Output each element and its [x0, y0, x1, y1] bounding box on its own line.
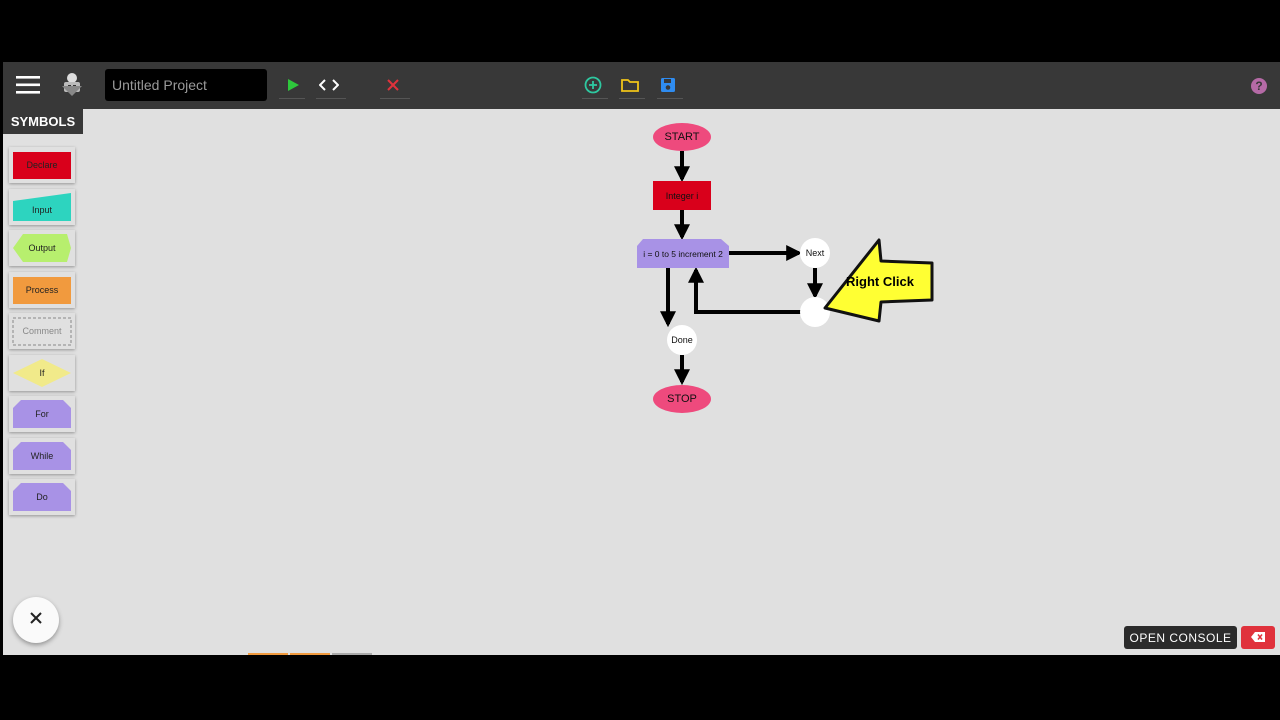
code-brackets-icon[interactable] [318, 75, 340, 95]
for-loop-label: i = 0 to 5 increment 2 [643, 248, 723, 259]
symbol-input[interactable]: Input [9, 189, 75, 225]
right-click-callout-label: Right Click [846, 273, 914, 289]
symbol-declare[interactable]: Declare [9, 147, 75, 183]
symbol-do-label: Do [36, 492, 48, 502]
symbol-while-label: While [30, 451, 54, 461]
declare-label: Integer i [665, 190, 699, 201]
robot-logo-icon [59, 71, 85, 99]
question-circle-icon[interactable]: ? [1248, 75, 1270, 97]
symbol-for-label: For [35, 409, 49, 419]
floppy-disk-icon[interactable] [657, 74, 679, 96]
svg-text:?: ? [1255, 79, 1262, 93]
top-toolbar: ? [3, 62, 1280, 109]
symbol-if[interactable]: If [9, 355, 75, 391]
start-label: START [664, 131, 700, 143]
backspace-x-icon [1251, 629, 1265, 647]
flowchart-canvas[interactable] [3, 62, 1280, 655]
loop-end-node[interactable] [800, 297, 830, 327]
symbol-if-label: If [39, 368, 45, 378]
folder-icon[interactable] [619, 74, 641, 96]
symbol-comment[interactable]: Comment [9, 313, 75, 349]
open-console-button[interactable]: OPEN CONSOLE [1124, 626, 1237, 649]
close-fab-button[interactable] [13, 597, 59, 643]
done-label: Done [671, 335, 693, 345]
clear-console-button[interactable] [1241, 626, 1275, 649]
symbol-output-label: Output [28, 243, 56, 253]
symbol-do[interactable]: Do [9, 479, 75, 515]
symbol-output[interactable]: Output [9, 230, 75, 266]
symbol-comment-label: Comment [22, 326, 62, 336]
symbol-for[interactable]: For [9, 396, 75, 432]
app-window: START Integer i i = 0 to 5 increment 2 N… [3, 62, 1280, 655]
close-x-icon[interactable] [383, 75, 403, 95]
bottom-edge-strip [248, 653, 372, 655]
project-name-input[interactable] [105, 69, 267, 101]
close-icon [29, 611, 43, 630]
symbol-input-label: Input [31, 205, 53, 215]
symbols-header: SYMBOLS [3, 109, 83, 134]
arrow-loop-back [688, 266, 801, 314]
plus-circle-icon[interactable] [582, 74, 604, 96]
stop-label: STOP [667, 393, 697, 405]
next-label: Next [805, 248, 825, 258]
symbol-process[interactable]: Process [9, 272, 75, 308]
symbol-declare-label: Declare [26, 160, 58, 170]
symbol-while[interactable]: While [9, 438, 75, 474]
hamburger-menu-icon[interactable] [15, 74, 41, 96]
play-icon[interactable] [283, 75, 303, 95]
symbol-process-label: Process [25, 285, 59, 295]
